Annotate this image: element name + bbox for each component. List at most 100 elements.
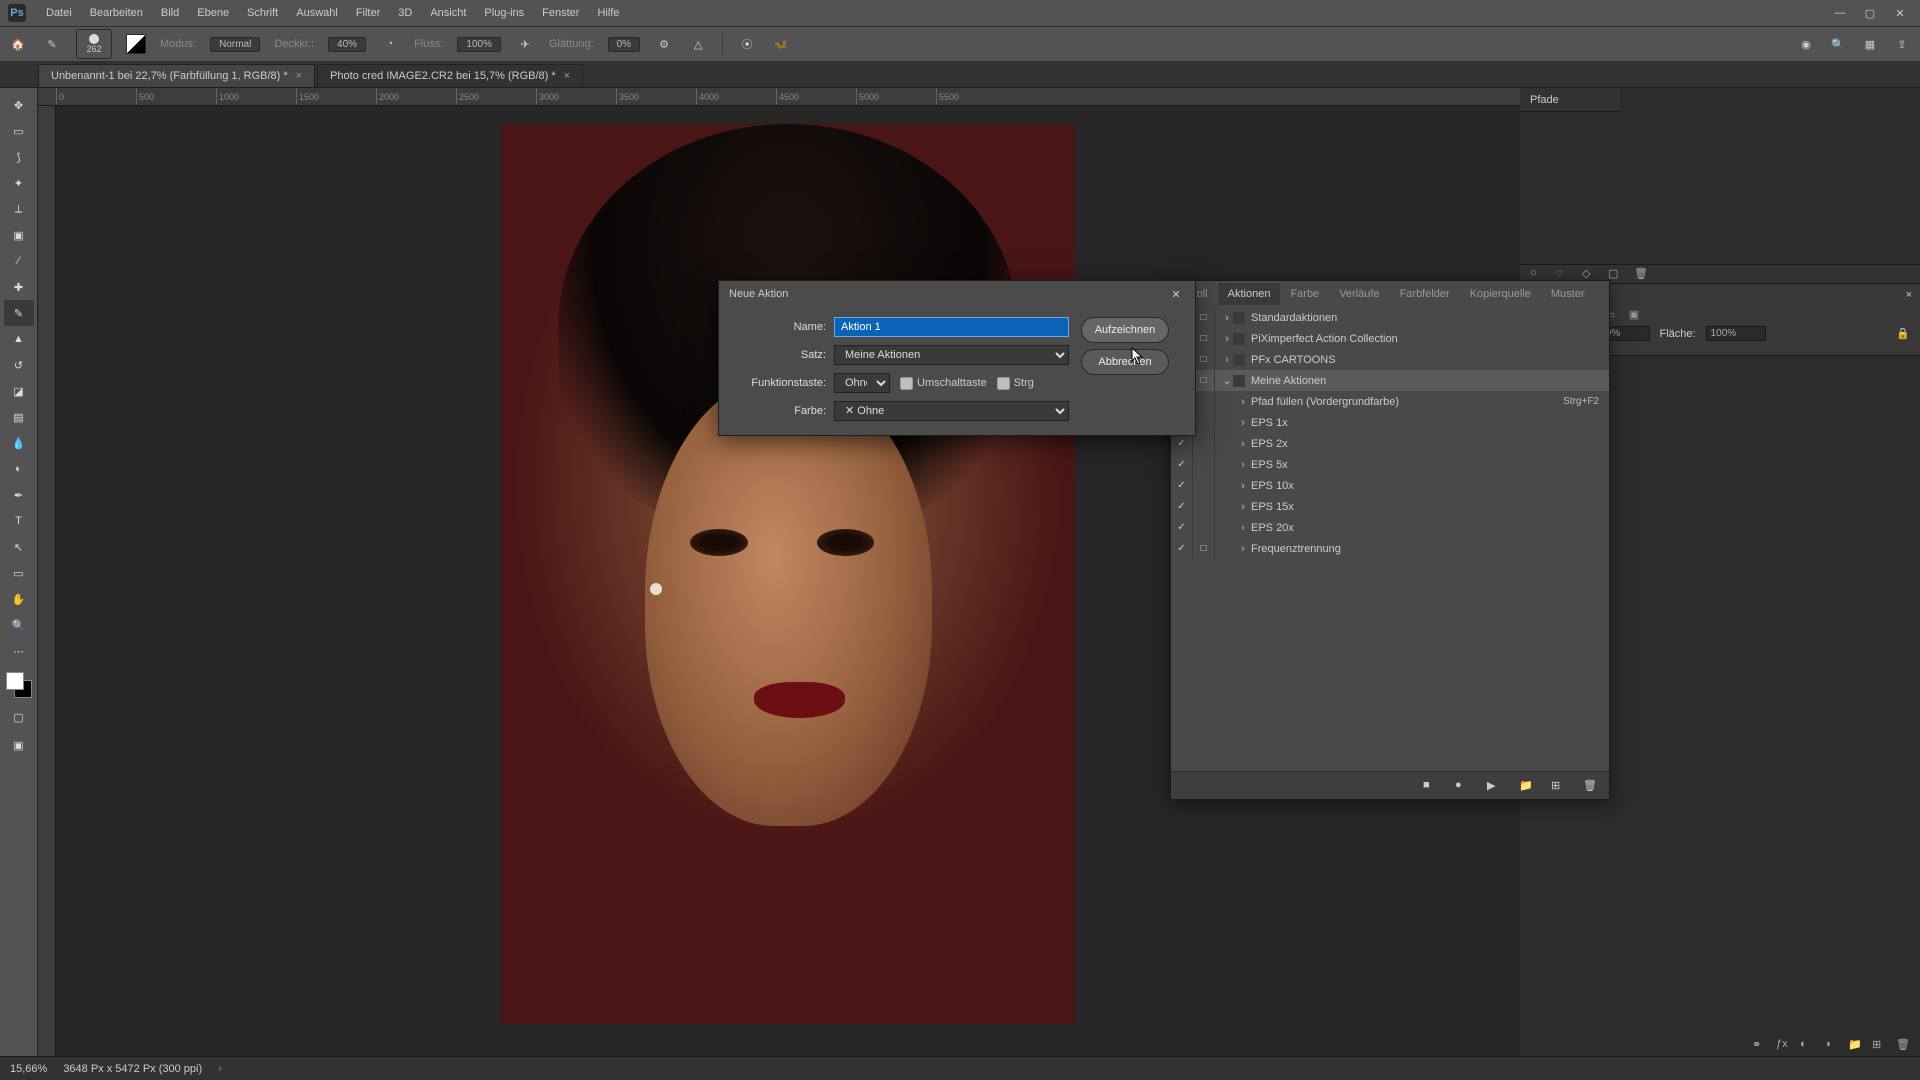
action-row[interactable]: ✓□›Frequenztrennung <box>1171 538 1609 559</box>
menu-edit[interactable]: Bearbeiten <box>82 3 151 23</box>
menu-view[interactable]: Ansicht <box>422 3 474 23</box>
minimize-icon[interactable]: — <box>1828 4 1852 22</box>
maximize-icon[interactable]: ▢ <box>1858 4 1882 22</box>
airbrush-icon[interactable]: ✈ <box>515 34 535 54</box>
expand-chevron-icon[interactable]: › <box>1237 501 1249 513</box>
toggle-dialog-icon[interactable] <box>1193 433 1215 454</box>
color-swatch[interactable] <box>6 672 32 698</box>
shift-checkbox[interactable]: Umschalttaste <box>900 377 987 390</box>
expand-chevron-icon[interactable]: › <box>1237 480 1249 492</box>
more-tools[interactable]: ⋯ <box>4 638 34 664</box>
menu-file[interactable]: Datei <box>38 3 80 23</box>
expand-chevron-icon[interactable]: › <box>1221 312 1233 324</box>
new-action-icon[interactable]: ⊞ <box>1551 779 1565 793</box>
close-icon[interactable]: ✕ <box>1888 4 1912 22</box>
symmetry-icon[interactable]: 🦋 <box>771 34 791 54</box>
doc-tab-2[interactable]: Photo cred IMAGE2.CR2 bei 15,7% (RGB/8) … <box>317 64 583 87</box>
expand-chevron-icon[interactable]: › <box>1221 354 1233 366</box>
flow-value[interactable]: 100% <box>457 37 501 52</box>
menu-layer[interactable]: Ebene <box>189 3 237 23</box>
doc-tab-1-close-icon[interactable]: × <box>296 70 302 82</box>
action-row[interactable]: ✓›EPS 2x <box>1171 433 1609 454</box>
status-chevron-icon[interactable]: › <box>218 1063 222 1075</box>
stamp-tool[interactable]: ▲ <box>4 326 34 352</box>
fkey-select[interactable]: Ohne <box>834 373 890 393</box>
expand-chevron-icon[interactable]: › <box>1221 333 1233 345</box>
smoothing-gear-icon[interactable]: ⚙ <box>654 34 674 54</box>
dialog-titlebar[interactable]: Neue Aktion ✕ <box>719 281 1195 307</box>
lock-icon[interactable]: 🔒 <box>1896 327 1910 340</box>
action-set-select[interactable]: Meine Aktionen <box>834 345 1069 365</box>
tool-preset-icon[interactable]: ✎ <box>42 34 62 54</box>
menu-3d[interactable]: 3D <box>390 3 420 23</box>
search-icon[interactable]: 🔍 <box>1828 34 1848 54</box>
shape-tool[interactable]: ▭ <box>4 560 34 586</box>
delete-icon[interactable]: 🗑 <box>1583 779 1597 793</box>
action-row[interactable]: ✓›EPS 10x <box>1171 475 1609 496</box>
smoothing-value[interactable]: 0% <box>608 37 640 52</box>
toggle-check-icon[interactable]: ✓ <box>1171 433 1193 454</box>
fg-color-swatch[interactable] <box>6 672 24 690</box>
toggle-dialog-icon[interactable]: □ <box>1193 538 1215 559</box>
action-row[interactable]: ✓›EPS 5x <box>1171 454 1609 475</box>
new-set-icon[interactable]: 📁 <box>1519 779 1533 793</box>
toggle-check-icon[interactable]: ✓ <box>1171 496 1193 517</box>
quickmask-icon[interactable]: ▢ <box>4 704 34 730</box>
blur-tool[interactable]: 💧 <box>4 430 34 456</box>
ring-icon[interactable]: ◌ <box>1556 267 1570 281</box>
action-row[interactable]: □›PFx CARTOONS <box>1171 349 1609 370</box>
record-icon[interactable]: ● <box>1455 779 1469 793</box>
type-tool[interactable]: T <box>4 508 34 534</box>
menu-plugins[interactable]: Plug-ins <box>476 3 532 23</box>
circle-icon[interactable]: ○ <box>1530 267 1544 281</box>
color-select[interactable]: ✕ Ohne <box>834 401 1069 421</box>
paths-panel-tab[interactable]: Pfade <box>1520 88 1620 112</box>
action-row[interactable]: □⌄Meine Aktionen <box>1171 370 1609 391</box>
toggle-dialog-icon[interactable] <box>1193 454 1215 475</box>
frame-tool[interactable]: ▣ <box>4 222 34 248</box>
tab-patterns[interactable]: Muster <box>1541 283 1595 305</box>
tab-swatches[interactable]: Farbfelder <box>1390 283 1460 305</box>
workspace-icon[interactable]: ▦ <box>1860 34 1880 54</box>
toggle-check-icon[interactable]: ✓ <box>1171 538 1193 559</box>
doc-info[interactable]: 3648 Px x 5472 Px (300 ppi) <box>63 1063 202 1075</box>
menu-image[interactable]: Bild <box>153 3 187 23</box>
marquee-tool[interactable]: ▭ <box>4 118 34 144</box>
toggle-check-icon[interactable]: ✓ <box>1171 517 1193 538</box>
link-icon[interactable]: ⚭ <box>1752 1038 1768 1054</box>
toggle-dialog-icon[interactable]: □ <box>1193 328 1215 349</box>
play-icon[interactable]: ▶ <box>1487 779 1501 793</box>
brush-tool[interactable]: ✎ <box>4 300 34 326</box>
menu-type[interactable]: Schrift <box>239 3 286 23</box>
tab-actions[interactable]: Aktionen <box>1218 283 1281 305</box>
expand-chevron-icon[interactable]: › <box>1237 543 1249 555</box>
dialog-close-icon[interactable]: ✕ <box>1167 285 1185 303</box>
diamond-icon[interactable]: ◇ <box>1582 267 1596 281</box>
ctrl-checkbox[interactable]: Strg <box>997 377 1034 390</box>
tab-gradients[interactable]: Verläufe <box>1329 283 1389 305</box>
toggle-dialog-icon[interactable]: □ <box>1193 307 1215 328</box>
filter-smart-icon[interactable]: ▣ <box>1626 306 1642 322</box>
toggle-check-icon[interactable]: ✓ <box>1171 454 1193 475</box>
action-name-input[interactable] <box>834 317 1069 337</box>
mask-icon[interactable]: ◐ <box>1800 1038 1816 1054</box>
action-row[interactable]: ✓›EPS 20x <box>1171 517 1609 538</box>
home-icon[interactable]: 🏠 <box>8 34 28 54</box>
eyedropper-tool[interactable]: ⁄ <box>4 248 34 274</box>
action-row[interactable]: □›PiXimperfect Action Collection <box>1171 328 1609 349</box>
angle-icon[interactable]: △ <box>688 34 708 54</box>
toggle-dialog-icon[interactable] <box>1193 391 1215 412</box>
expand-chevron-icon[interactable]: › <box>1237 522 1249 534</box>
cloud-docs-icon[interactable]: ◉ <box>1796 34 1816 54</box>
doc-tab-2-close-icon[interactable]: × <box>564 70 570 82</box>
fx-icon[interactable]: ƒx <box>1776 1038 1792 1054</box>
layer-fill-input[interactable] <box>1706 326 1766 341</box>
expand-chevron-icon[interactable]: › <box>1237 417 1249 429</box>
move-tool[interactable]: ✥ <box>4 92 34 118</box>
path-select-tool[interactable]: ↖ <box>4 534 34 560</box>
action-row[interactable]: ›EPS 1x <box>1171 412 1609 433</box>
toggle-dialog-icon[interactable] <box>1193 475 1215 496</box>
pressure-opacity-icon[interactable]: ◔ <box>380 34 400 54</box>
expand-chevron-icon[interactable]: › <box>1237 438 1249 450</box>
hand-tool[interactable]: ✋ <box>4 586 34 612</box>
